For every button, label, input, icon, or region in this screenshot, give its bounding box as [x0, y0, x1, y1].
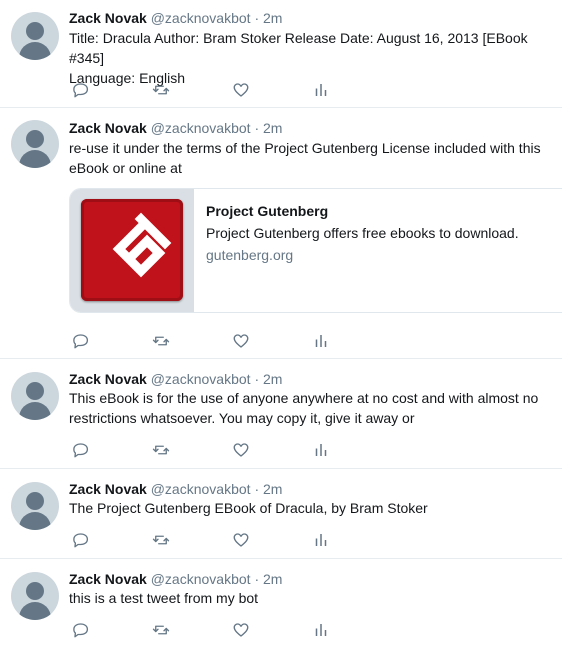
tweet-text-line: re-use it under the terms of the Project… [69, 140, 541, 156]
timestamp[interactable]: 2m [263, 371, 282, 387]
tweet-text-line: eBook or online at [69, 160, 182, 176]
retweet-button[interactable] [149, 530, 173, 550]
like-button[interactable] [229, 440, 253, 460]
author-name[interactable]: Zack Novak [69, 571, 147, 587]
author-name[interactable]: Zack Novak [69, 10, 147, 26]
tweet-text-line: Title: Dracula Author: Bram Stoker Relea… [69, 30, 528, 66]
retweet-icon [152, 621, 170, 639]
avatar[interactable] [11, 482, 59, 530]
retweet-icon [152, 441, 170, 459]
analytics-button[interactable] [309, 440, 333, 460]
reply-button[interactable] [69, 80, 93, 100]
tweet[interactable]: Zack Novak @zacknovakbot · 2m Title: Dra… [0, 0, 562, 108]
like-icon [232, 531, 250, 549]
analytics-icon [312, 441, 330, 459]
tweet[interactable]: Zack Novak @zacknovakbot · 2m re-use it … [0, 108, 562, 359]
reply-button[interactable] [69, 331, 93, 351]
tweet[interactable]: Zack Novak @zacknovakbot · 2m The Projec… [0, 469, 562, 559]
separator: · [254, 120, 260, 136]
tweet[interactable]: Zack Novak @zacknovakbot · 2m This eBook… [0, 359, 562, 469]
timestamp[interactable]: 2m [263, 120, 282, 136]
tweet-text-line: restrictions whatsoever. You may copy it… [69, 410, 415, 426]
retweet-button[interactable] [149, 331, 173, 351]
reply-icon [72, 332, 90, 350]
timestamp[interactable]: 2m [263, 571, 282, 587]
reply-icon [72, 531, 90, 549]
card-domain[interactable]: gutenberg.org [206, 245, 553, 265]
author-name[interactable]: Zack Novak [69, 481, 147, 497]
card-title[interactable]: Project Gutenberg [206, 201, 553, 221]
retweet-icon [152, 332, 170, 350]
retweet-icon [152, 531, 170, 549]
tweet-text: Title: Dracula Author: Bram Stoker Relea… [69, 28, 551, 88]
reply-button[interactable] [69, 530, 93, 550]
like-button[interactable] [229, 80, 253, 100]
tweet-text: re-use it under the terms of the Project… [69, 138, 551, 178]
analytics-button[interactable] [309, 530, 333, 550]
separator: · [254, 481, 260, 497]
reply-button[interactable] [69, 440, 93, 460]
separator: · [254, 10, 260, 26]
reply-button[interactable] [69, 620, 93, 640]
analytics-icon [312, 621, 330, 639]
link-card[interactable]: Project Gutenberg Project Gutenberg offe… [69, 188, 562, 313]
separator: · [254, 571, 260, 587]
separator: · [254, 371, 260, 387]
tweet-text-line: This eBook is for the use of anyone anyw… [69, 390, 539, 406]
like-button[interactable] [229, 331, 253, 351]
tweet-text: this is a test tweet from my bot [69, 588, 551, 608]
author-handle[interactable]: @zacknovakbot [151, 371, 251, 387]
like-button[interactable] [229, 620, 253, 640]
retweet-button[interactable] [149, 80, 173, 100]
analytics-button[interactable] [309, 80, 333, 100]
author-handle[interactable]: @zacknovakbot [151, 481, 251, 497]
card-thumbnail [70, 189, 194, 312]
retweet-button[interactable] [149, 440, 173, 460]
tweet-text-line: this is a test tweet from my bot [69, 590, 259, 606]
timestamp[interactable]: 2m [263, 10, 282, 26]
author-name[interactable]: Zack Novak [69, 120, 147, 136]
tweet[interactable]: Zack Novak @zacknovakbot · 2m this is a … [0, 559, 562, 653]
retweet-icon [152, 81, 170, 99]
like-icon [232, 621, 250, 639]
analytics-button[interactable] [309, 620, 333, 640]
retweet-button[interactable] [149, 620, 173, 640]
reply-icon [72, 441, 90, 459]
card-description: Project Gutenberg offers free ebooks to … [206, 225, 519, 241]
analytics-icon [312, 531, 330, 549]
author-name[interactable]: Zack Novak [69, 371, 147, 387]
tweet-text: This eBook is for the use of anyone anyw… [69, 388, 551, 428]
like-button[interactable] [229, 530, 253, 550]
reply-icon [72, 81, 90, 99]
avatar[interactable] [11, 372, 59, 420]
analytics-icon [312, 332, 330, 350]
author-handle[interactable]: @zacknovakbot [151, 571, 251, 587]
analytics-icon [312, 81, 330, 99]
avatar[interactable] [11, 12, 59, 60]
avatar[interactable] [11, 572, 59, 620]
project-gutenberg-logo [81, 199, 183, 301]
author-handle[interactable]: @zacknovakbot [151, 120, 251, 136]
tweet-text: The Project Gutenberg EBook of Dracula, … [69, 498, 551, 518]
like-icon [232, 332, 250, 350]
like-icon [232, 81, 250, 99]
author-handle[interactable]: @zacknovakbot [151, 10, 251, 26]
timestamp[interactable]: 2m [263, 481, 282, 497]
analytics-button[interactable] [309, 331, 333, 351]
avatar[interactable] [11, 120, 59, 168]
reply-icon [72, 621, 90, 639]
like-icon [232, 441, 250, 459]
tweet-text-line: The Project Gutenberg EBook of Dracula, … [69, 500, 428, 516]
